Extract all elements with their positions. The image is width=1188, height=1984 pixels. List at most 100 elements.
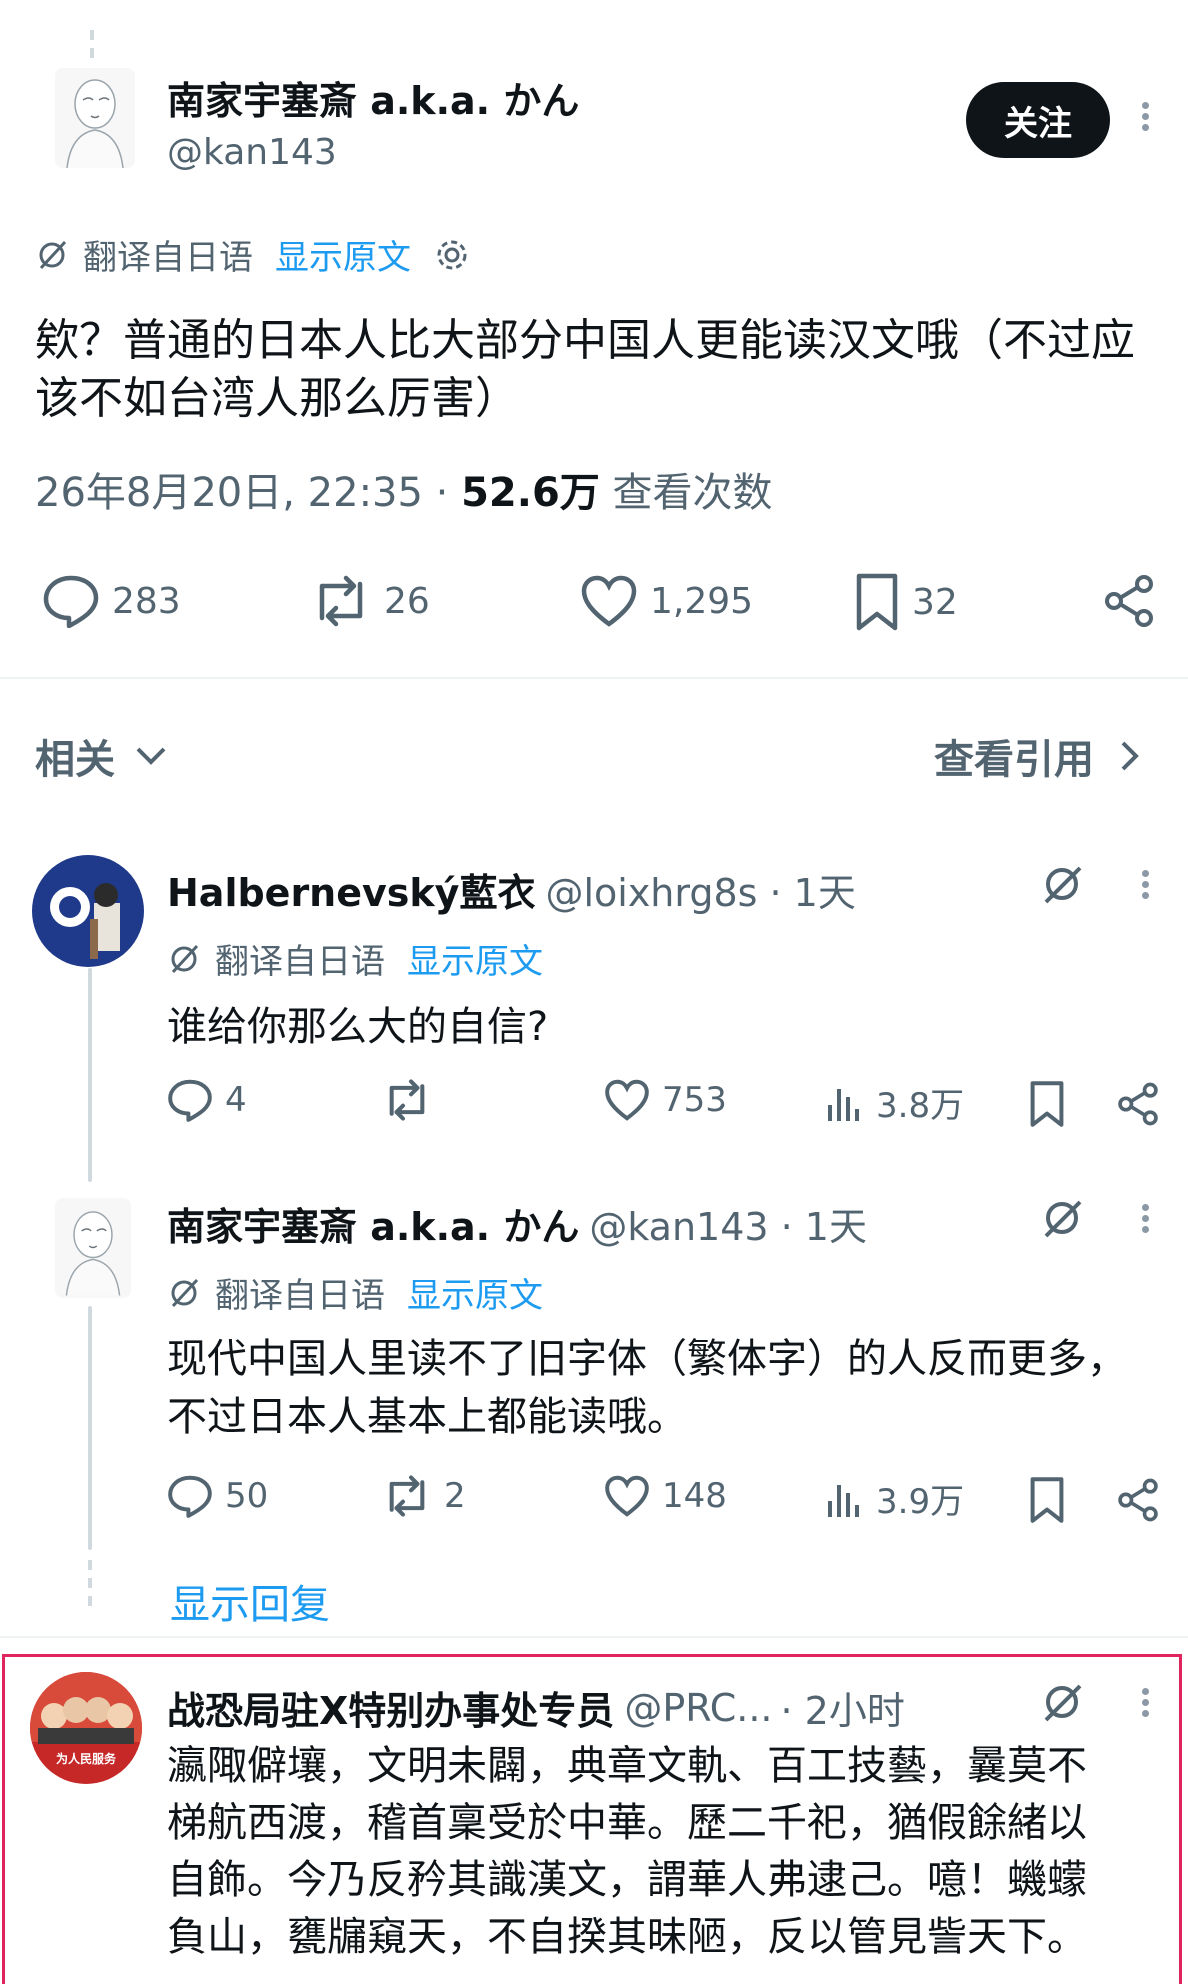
views-button[interactable]: 3.8万: [824, 1078, 964, 1127]
translate-icon: [167, 1276, 201, 1310]
tweet-meta: 26年8月20日, 22:35 · 52.6万 查看次数: [35, 460, 773, 518]
author-name[interactable]: 南家宇塞斎 a.k.a. かん: [167, 70, 579, 125]
like-count: 148: [662, 1476, 727, 1516]
retweet-icon: [382, 1078, 432, 1122]
author-handle[interactable]: @kan143: [167, 132, 337, 173]
reply-header: Halbernevský藍衣 @loixhrg8s · 1天: [167, 862, 856, 917]
heart-icon: [604, 1474, 650, 1518]
views-count: 52.6万: [461, 470, 600, 516]
reply-button[interactable]: 283: [42, 574, 181, 628]
translate-icon: [167, 942, 201, 976]
views-count: 3.8万: [876, 1086, 965, 1126]
translation-bar: 翻译自日语 显示原文: [167, 934, 543, 983]
tweet-text: 欸？普通的日本人比大部分中国人更能读汉文哦（不过应该不如台湾人那么厉害）: [35, 315, 1135, 424]
reply-button[interactable]: 4: [167, 1078, 247, 1122]
more-options-icon[interactable]: [1140, 866, 1150, 903]
heart-icon: [580, 574, 638, 628]
analytics-icon: [824, 1083, 864, 1123]
show-original-link[interactable]: 显示原文: [407, 1268, 543, 1317]
reply-button[interactable]: 50: [167, 1474, 268, 1518]
grok-icon[interactable]: [1040, 1196, 1084, 1240]
reply-count: 4: [225, 1080, 247, 1120]
thread-line: [88, 968, 92, 1182]
translate-icon: [35, 238, 69, 272]
tweet-time[interactable]: 26年8月20日, 22:35 ·: [35, 470, 461, 516]
reply-text: 谁给你那么大的自信?: [167, 1004, 549, 1050]
bookmark-icon[interactable]: [1028, 1476, 1066, 1524]
reply-header: 战恐局驻X特别办事处专员 @PRC... · 2小时: [167, 1680, 905, 1735]
show-replies-link[interactable]: 显示回复: [170, 1572, 330, 1630]
views-count: 3.9万: [876, 1482, 965, 1522]
like-count: 753: [662, 1080, 727, 1120]
like-count: 1,295: [650, 580, 754, 622]
analytics-icon: [824, 1479, 864, 1519]
reply-header: 南家宇塞斎 a.k.a. かん @kan143 · 1天: [167, 1196, 867, 1251]
reply-count: 50: [225, 1476, 269, 1516]
share-icon[interactable]: [1116, 1478, 1160, 1522]
reply-handle-time[interactable]: @loixhrg8s · 1天: [545, 862, 855, 917]
reply-text: 瀛陬僻壤，文明未闢，典章文軌、百工技藝，曩莫不 梯航西渡，稽首稟受於中華。歷二千…: [167, 1738, 1167, 1966]
follow-button-label: 关注: [1004, 103, 1072, 144]
bookmark-button[interactable]: 32: [854, 572, 958, 632]
view-quotes-link[interactable]: 查看引用: [934, 727, 1140, 785]
bookmark-icon[interactable]: [1028, 1080, 1066, 1128]
grok-icon[interactable]: [1040, 862, 1084, 906]
thread-connector-top: [90, 30, 94, 60]
like-button[interactable]: 1,295: [580, 574, 753, 628]
translation-bar: 翻译自日语 显示原文: [167, 1268, 543, 1317]
reply-author-name[interactable]: 战恐局驻X特别办事处专员: [167, 1680, 614, 1735]
reply-icon: [167, 1078, 213, 1122]
retweet-button[interactable]: [382, 1078, 444, 1122]
reply-author-name[interactable]: 南家宇塞斎 a.k.a. かん: [167, 1196, 579, 1251]
follow-button[interactable]: 关注: [966, 82, 1110, 158]
reply-time[interactable]: · 2小时: [781, 1680, 905, 1735]
reply-text-line: 負山，甕牖窺天，不自揆其昧陋，反以管見訾天下。: [167, 1914, 1087, 1960]
avatar-banner-text: 为人民服务: [55, 1752, 116, 1766]
divider: [0, 1636, 1188, 1638]
views-label: 查看次数: [599, 470, 773, 516]
reply-author-name[interactable]: Halbernevský藍衣: [167, 862, 535, 917]
reply-text-line: 瀛陬僻壤，文明未闢，典章文軌、百工技藝，曩莫不: [167, 1743, 1087, 1789]
more-options-icon[interactable]: [1140, 1684, 1150, 1721]
show-original-link[interactable]: 显示原文: [407, 934, 543, 983]
divider: [0, 677, 1188, 679]
reply-handle-time[interactable]: @kan143 · 1天: [589, 1196, 867, 1251]
more-options-icon[interactable]: [1140, 98, 1150, 135]
gear-icon[interactable]: [433, 236, 471, 274]
author-avatar[interactable]: [55, 68, 135, 168]
chevron-down-icon: [135, 746, 167, 766]
thread-connector-dotted: [88, 1560, 92, 1606]
more-options-icon[interactable]: [1140, 1200, 1150, 1237]
translate-label: 翻译自日语: [83, 238, 253, 278]
reply-text-line: 自飾。今乃反矜其識漢文，謂華人弗逮己。噫！蟣蠓: [167, 1857, 1087, 1903]
grok-icon[interactable]: [1040, 1680, 1084, 1724]
related-dropdown[interactable]: 相关: [35, 727, 167, 785]
reply-avatar[interactable]: [55, 1198, 131, 1298]
share-icon: [1102, 574, 1156, 628]
share-button[interactable]: [1102, 574, 1156, 628]
retweet-icon: [310, 574, 372, 628]
retweet-icon: [382, 1474, 432, 1518]
retweet-button[interactable]: 26: [310, 574, 430, 628]
reply-handle[interactable]: @PRC...: [624, 1686, 772, 1730]
thread-line: [88, 1306, 92, 1550]
show-original-link[interactable]: 显示原文: [275, 230, 411, 279]
reply-avatar[interactable]: 为人民服务: [30, 1672, 142, 1784]
chevron-right-icon: [1120, 740, 1140, 772]
reply-avatar[interactable]: [32, 855, 144, 967]
share-icon[interactable]: [1116, 1082, 1160, 1126]
translate-label: 翻译自日语: [215, 1276, 385, 1316]
views-button[interactable]: 3.9万: [824, 1474, 964, 1523]
like-button[interactable]: 148: [604, 1474, 727, 1518]
retweet-button[interactable]: 2: [382, 1474, 466, 1518]
retweet-count: 2: [444, 1476, 466, 1516]
reply-icon: [42, 574, 100, 628]
translation-bar: 翻译自日语 显示原文: [35, 230, 471, 279]
view-quotes-label: 查看引用: [934, 737, 1094, 783]
reply-icon: [167, 1474, 213, 1518]
bookmark-count: 32: [912, 581, 958, 623]
like-button[interactable]: 753: [604, 1078, 727, 1122]
reply-count: 283: [112, 580, 181, 622]
retweet-count: 26: [384, 580, 430, 622]
reply-text: 现代中国人里读不了旧字体（繁体字）的人反而更多，不过日本人基本上都能读哦。: [167, 1336, 1127, 1440]
